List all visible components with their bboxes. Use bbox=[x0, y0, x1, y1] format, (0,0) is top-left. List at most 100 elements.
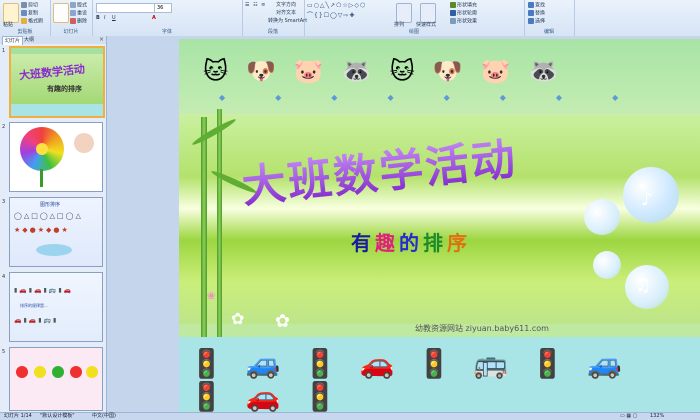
bold-button[interactable]: B bbox=[96, 15, 100, 22]
daisy-flower: ✿ bbox=[231, 309, 245, 328]
reset-icon bbox=[70, 10, 76, 16]
bubble bbox=[593, 251, 621, 279]
editing-group: 查找 替换 选择 编辑 bbox=[524, 0, 575, 36]
shapes-gallery-row2[interactable]: ⌒{}☐◯▽⇨✚ bbox=[307, 10, 355, 19]
pane-tabs: 幻灯片 大纲 × bbox=[0, 36, 106, 45]
thumb-number: 5 bbox=[2, 349, 6, 355]
red-circle bbox=[16, 366, 28, 378]
subtitle-char: 排 bbox=[423, 231, 447, 255]
diamond-dots: ◆◆◆◆◆◆◆◆ bbox=[219, 93, 669, 102]
thumb-shapes-row-2: ★◆●★◆●★ bbox=[14, 226, 70, 234]
red-circle bbox=[70, 366, 82, 378]
current-slide[interactable]: 🐱🐶🐷🦝🐱🐶🐷🦝 ◆◆◆◆◆◆◆◆ 大班数学活动 有趣的排序 ♪ ♫ ✿ ✿ ❀… bbox=[179, 39, 700, 412]
paragraph-group: 文字方向 对齐文本 转换为 SmartArt ☰ ☷ ≡ 段落 bbox=[242, 0, 307, 36]
copy-icon bbox=[21, 10, 27, 16]
clipboard-group: 粘贴 剪切 复制 格式刷 剪贴板 bbox=[0, 0, 51, 36]
delete-icon bbox=[70, 18, 76, 24]
drawing-group: ▭○△╲↗⬠☆▷◇⬡ ⌒{}☐◯▽⇨✚ 排列 快速样式 形状填充 形状轮廓 形状… bbox=[304, 0, 525, 36]
subtitle-char: 序 bbox=[447, 231, 471, 255]
subtitle-char: 趣 bbox=[375, 231, 399, 255]
convert-smartart-button[interactable]: 转换为 SmartArt bbox=[268, 18, 307, 25]
quick-styles-button[interactable] bbox=[420, 3, 436, 23]
cut-button[interactable]: 剪切 bbox=[21, 2, 38, 10]
yellow-circle bbox=[86, 366, 98, 378]
slides-group-label: 幻灯片 bbox=[63, 29, 79, 35]
daisy-flower: ✿ bbox=[275, 311, 291, 332]
text-direction-button[interactable]: 文字方向 bbox=[276, 2, 296, 9]
thumb-subtitle: 有趣的排序 bbox=[47, 85, 82, 93]
format-painter-button[interactable]: 格式刷 bbox=[21, 18, 43, 26]
layout-icon bbox=[70, 2, 76, 8]
cartoon-faces-row: 🐱🐶🐷🦝🐱🐶🐷🦝 bbox=[203, 57, 577, 85]
fill-bucket-icon bbox=[450, 2, 456, 8]
replace-button[interactable]: 替换 bbox=[528, 10, 545, 18]
slide-thumbnail-1[interactable]: 大班数学活动 有趣的排序 bbox=[9, 46, 105, 118]
bubble bbox=[584, 199, 620, 235]
font-name-box[interactable] bbox=[96, 3, 156, 13]
reset-button[interactable]: 重设 bbox=[70, 10, 87, 18]
paragraph-group-label: 段落 bbox=[267, 29, 278, 35]
find-icon bbox=[528, 2, 534, 8]
music-note-icon: ♪ bbox=[641, 189, 653, 210]
shapes-gallery[interactable]: ▭○△╲↗⬠☆▷◇⬡ bbox=[307, 2, 366, 9]
align-text-button[interactable]: 对齐文本 bbox=[276, 10, 296, 17]
slide-editor-area: 🐱🐶🐷🦝🐱🐶🐷🦝 ◆◆◆◆◆◆◆◆ 大班数学活动 有趣的排序 ♪ ♫ ✿ ✿ ❀… bbox=[107, 36, 700, 412]
slide-thumbnail-4[interactable]: ▮🚗▮🚗▮🚌▮🚗 排序的规律是... 🚗▮🚗▮🚌▮ bbox=[9, 272, 103, 342]
tab-outline[interactable]: 大纲 bbox=[22, 36, 36, 44]
thumb-shapes-row: ◯△□◯△□◯△ bbox=[14, 212, 83, 220]
find-button[interactable]: 查找 bbox=[528, 2, 545, 10]
yellow-circle bbox=[34, 366, 46, 378]
thumb-border bbox=[11, 48, 103, 54]
effects-icon bbox=[450, 18, 456, 24]
bamboo-stalk bbox=[217, 109, 222, 339]
font-group-label: 字体 bbox=[161, 29, 172, 35]
select-button[interactable]: 选择 bbox=[528, 18, 545, 26]
select-icon bbox=[528, 18, 534, 24]
pen-icon bbox=[450, 10, 456, 16]
thumb-title: 大班数学活动 bbox=[18, 62, 86, 83]
shape-effects-button[interactable]: 形状效果 bbox=[450, 18, 477, 26]
replace-icon bbox=[528, 10, 534, 16]
slide-subtitle[interactable]: 有趣的排序 bbox=[351, 227, 471, 256]
thumb-row-2: 🚗▮🚗▮🚌▮ bbox=[14, 317, 59, 324]
paste-button[interactable] bbox=[3, 3, 19, 23]
scissors-icon bbox=[21, 2, 27, 8]
delete-button[interactable]: 删除 bbox=[70, 18, 87, 26]
slide-thumbnail-5[interactable] bbox=[9, 347, 103, 411]
pink-flower: ❀ bbox=[207, 291, 216, 302]
copy-button[interactable]: 复制 bbox=[21, 10, 38, 18]
list-buttons[interactable]: ☰ ☷ ≡ bbox=[245, 2, 266, 9]
thumb-number: 2 bbox=[2, 124, 6, 130]
shape-fill-button[interactable]: 形状填充 bbox=[450, 2, 477, 10]
font-size-box[interactable]: 36 bbox=[154, 3, 172, 13]
layout-button[interactable]: 版式 bbox=[70, 2, 87, 10]
font-group: 36 B I U A 字体 bbox=[92, 0, 243, 36]
thumb-footer bbox=[11, 104, 103, 116]
drawing-group-label: 绘图 bbox=[408, 29, 419, 35]
slide-thumbnail-3[interactable]: 图形排序 ◯△□◯△□◯△ ★◆●★◆●★ bbox=[9, 197, 103, 267]
subtitle-char: 有 bbox=[351, 231, 375, 255]
italic-button[interactable]: I bbox=[104, 15, 105, 22]
slides-group: 版式 重设 删除 幻灯片 bbox=[50, 0, 93, 36]
shape-outline-button[interactable]: 形状轮廓 bbox=[450, 10, 477, 18]
close-pane-icon[interactable]: × bbox=[99, 36, 104, 43]
thumb-title: 图形排序 bbox=[40, 202, 61, 208]
brush-icon bbox=[21, 18, 27, 24]
slide-thumbnail-2[interactable] bbox=[9, 122, 103, 192]
thumb-text: 排序的规律是... bbox=[20, 303, 48, 308]
tab-slides[interactable]: 幻灯片 bbox=[2, 36, 24, 45]
new-slide-button[interactable] bbox=[53, 3, 69, 23]
flower-stem bbox=[40, 169, 43, 187]
arrange-button[interactable] bbox=[396, 3, 412, 23]
slide-thumbnail-pane: 幻灯片 大纲 × 1 大班数学活动 有趣的排序 2 3 图形排序 ◯△□◯△□◯… bbox=[0, 36, 107, 412]
clipboard-group-label: 剪贴板 bbox=[17, 29, 33, 35]
bamboo-stalk bbox=[201, 117, 207, 337]
ribbon: 粘贴 剪切 复制 格式刷 剪贴板 版式 重设 删除 幻灯片 36 B I U A… bbox=[0, 0, 700, 37]
font-color-button[interactable]: A bbox=[152, 15, 156, 22]
thumb-number: 4 bbox=[2, 274, 6, 280]
editing-group-label: 编辑 bbox=[543, 29, 554, 35]
underline-button[interactable]: U bbox=[112, 15, 116, 22]
subtitle-char: 的 bbox=[399, 231, 423, 255]
bear-image bbox=[74, 133, 94, 153]
thumb-row: ▮🚗▮🚗▮🚌▮🚗 bbox=[14, 287, 74, 294]
